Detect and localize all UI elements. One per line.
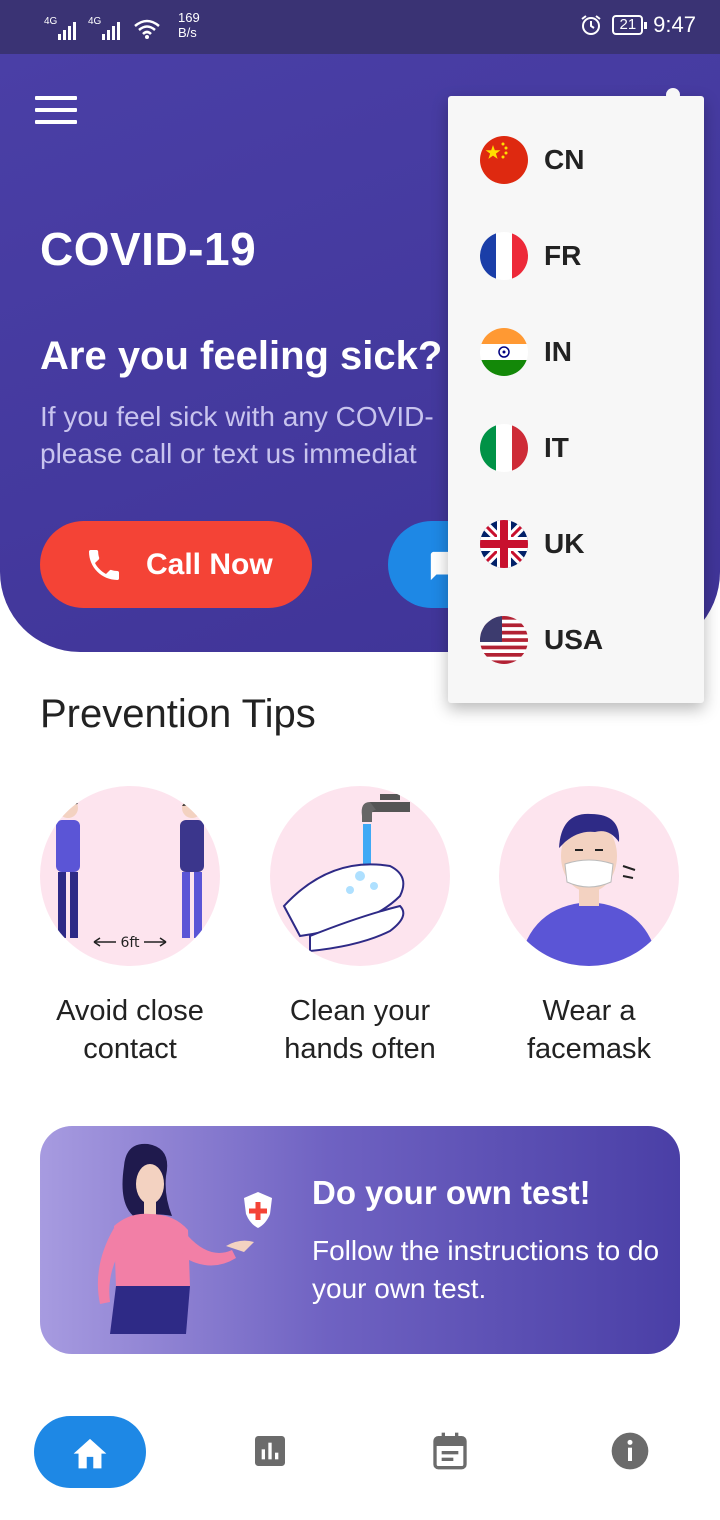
language-dropdown: CN FR IN IT UK USA [448, 88, 704, 703]
language-item-fr[interactable]: FR [448, 208, 704, 304]
language-label: FR [544, 240, 582, 271]
uk-flag-icon [480, 520, 528, 568]
language-label: IN [544, 336, 572, 367]
section-title: Prevention Tips [40, 692, 316, 736]
hero-description-line: If you feel sick with any COVID- [40, 401, 434, 432]
tip-label-line: hands often [284, 1033, 436, 1065]
language-label: UK [544, 528, 585, 559]
language-item-uk[interactable]: UK [448, 496, 704, 592]
language-label: IT [544, 432, 569, 463]
france-flag-icon [480, 232, 528, 280]
usa-flag-icon [480, 616, 528, 664]
distance-label: 6ft [120, 935, 140, 951]
tip-label-line: contact [83, 1033, 177, 1065]
speed-value: 169 [178, 10, 200, 25]
call-now-label: Call Now [146, 547, 273, 581]
clock: 9:47 [653, 12, 696, 37]
network-speed: 169 B/s [178, 10, 200, 40]
signal-icon: 4G [44, 16, 76, 40]
social-distance-illustration: 6ft [40, 786, 220, 966]
facemask-illustration [499, 786, 679, 966]
india-flag-icon [480, 328, 528, 376]
page-title: COVID-19 [40, 223, 257, 275]
language-label: USA [544, 624, 604, 655]
self-test-card[interactable]: Do your own test! Follow the instruction… [40, 1126, 680, 1354]
tip-label-line: Avoid close [56, 995, 204, 1027]
menu-icon[interactable] [35, 96, 77, 126]
hero-description: If you feel sick with any COVID- please … [40, 398, 434, 472]
nav-home-button[interactable] [34, 1416, 146, 1488]
tip-label: Avoid close contact [20, 992, 240, 1068]
tip-card-facemask[interactable]: Wear a facemask [479, 786, 699, 1068]
tip-label-line: Wear a [542, 995, 636, 1027]
status-right: 21 9:47 [580, 12, 696, 38]
language-label: CN [544, 144, 585, 175]
network-type-label: 4G [44, 16, 58, 27]
tip-label: Clean your hands often [250, 992, 470, 1068]
network-type-label: 4G [88, 16, 102, 27]
language-item-in[interactable]: IN [448, 304, 704, 400]
speed-unit: B/s [178, 25, 197, 40]
tip-card-wash-hands[interactable]: Clean your hands often [250, 786, 470, 1068]
calendar-icon[interactable] [430, 1431, 470, 1471]
tip-label-line: facemask [526, 1033, 652, 1065]
language-item-it[interactable]: IT [448, 400, 704, 496]
italy-flag-icon [480, 424, 528, 472]
status-bar: 4G 4G 169 B/s 21 9:47 [0, 0, 720, 54]
dropdown-caret [666, 88, 680, 102]
test-card-title: Do your own test! [312, 1174, 591, 1211]
info-icon[interactable] [610, 1431, 650, 1471]
alarm-icon [581, 15, 602, 35]
hero-description-line: please call or text us immediat [40, 438, 417, 469]
china-flag-icon [480, 136, 528, 184]
language-item-cn[interactable]: CN [448, 112, 704, 208]
hero-question: Are you feeling sick? [40, 334, 443, 378]
status-left: 4G 4G 169 B/s [44, 10, 200, 40]
hand-washing-illustration [270, 786, 450, 966]
call-now-button[interactable]: Call Now [40, 521, 312, 608]
home-icon [73, 1438, 107, 1469]
phone-icon [89, 549, 119, 580]
stats-icon[interactable] [250, 1431, 290, 1471]
wifi-icon [134, 19, 160, 39]
language-item-usa[interactable]: USA [448, 592, 704, 688]
woman-with-shield-illustration [97, 1143, 272, 1334]
tip-card-distance[interactable]: 6ft Avoid close contact [20, 786, 240, 1068]
signal-icon: 4G [88, 16, 120, 40]
tip-label-line: Clean your [289, 995, 431, 1027]
tip-label: Wear a facemask [479, 992, 699, 1068]
battery-indicator: 21 [612, 15, 647, 35]
test-card-description: Follow the instructions to do your own t… [312, 1235, 660, 1304]
bottom-navigation [0, 1400, 720, 1520]
